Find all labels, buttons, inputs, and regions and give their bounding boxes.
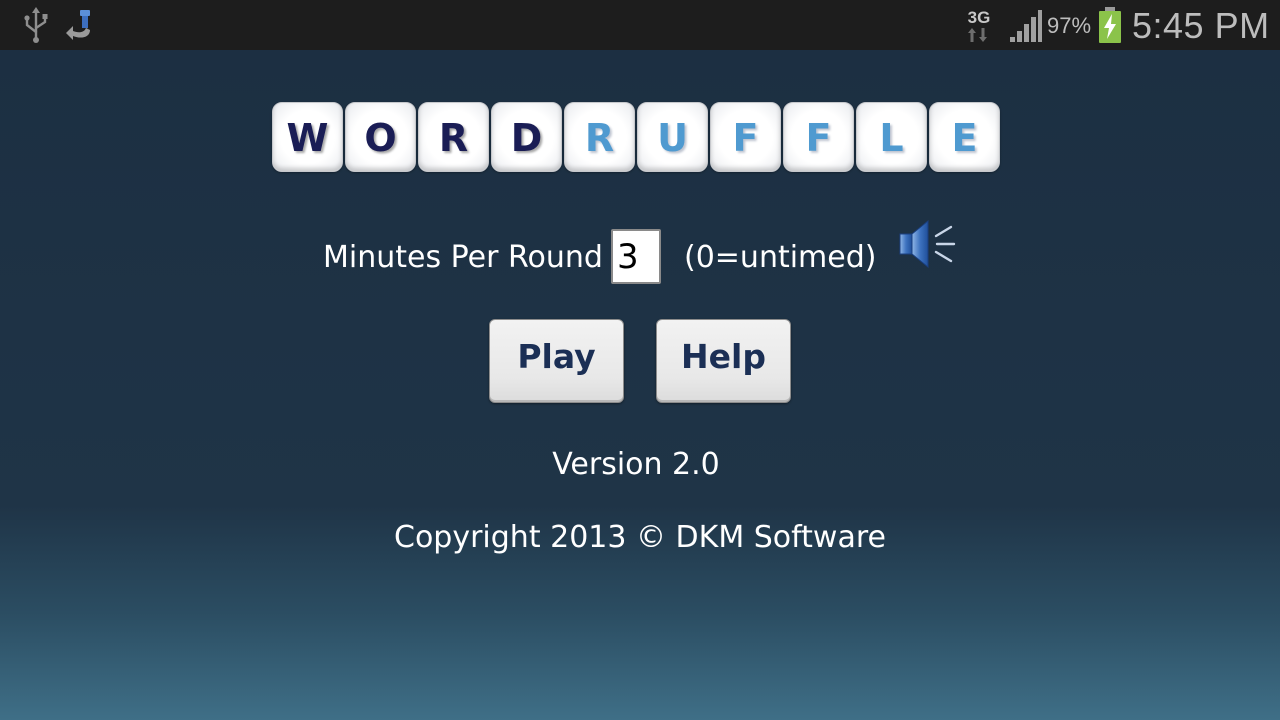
logo-tile: F (710, 102, 781, 172)
battery-percent: 97% (1047, 13, 1092, 38)
minutes-per-round-input[interactable] (611, 229, 661, 284)
help-button[interactable]: Help (656, 319, 791, 403)
untimed-hint-label: (0=untimed) (684, 240, 877, 275)
logo-tile: E (929, 102, 1000, 172)
version-label: Version 2.0 (552, 447, 720, 482)
logo-tile: R (564, 102, 635, 172)
battery-charging-icon (1099, 7, 1121, 43)
network-type: 3G (967, 8, 991, 27)
speaker-icon[interactable] (896, 218, 958, 270)
play-button[interactable]: Play (489, 319, 624, 403)
status-bar: 3G 97% 5:45 PM (0, 0, 1280, 50)
logo-tile: F (783, 102, 854, 172)
logo-tile: L (856, 102, 927, 172)
logo-tile: R (418, 102, 489, 172)
clock: 5:45 PM (1132, 5, 1270, 46)
logo-tile: D (491, 102, 562, 172)
copyright-label: Copyright 2013 © DKM Software (394, 520, 886, 555)
logo-tile: U (637, 102, 708, 172)
word-ruffle-logo: W O R D R U F F L E (272, 102, 1008, 174)
download-icon (66, 10, 90, 40)
logo-tile: O (345, 102, 416, 172)
logo-tile: W (272, 102, 343, 172)
signal-icon (1010, 10, 1042, 42)
minutes-per-round-label: Minutes Per Round (323, 240, 603, 275)
data-arrows-icon (968, 28, 987, 42)
usb-icon (24, 7, 48, 43)
app-screen: W O R D R U F F L E Minutes Per Round (0… (0, 50, 1280, 720)
